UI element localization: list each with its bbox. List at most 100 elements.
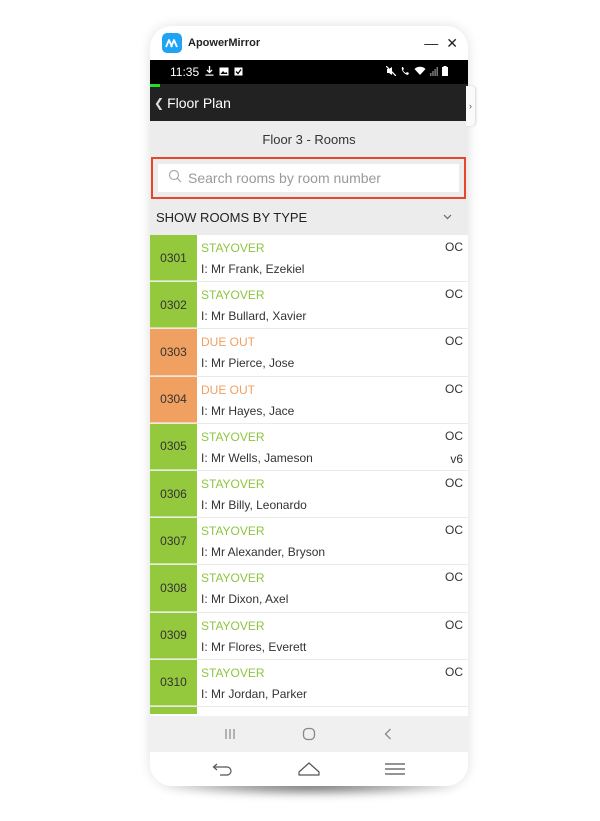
room-number-badge: 0310: [150, 659, 197, 706]
room-status: STAYOVER: [201, 618, 265, 633]
room-occupancy-code: OC: [445, 287, 463, 302]
search-icon: [168, 169, 182, 188]
room-details: STAYOVER: [197, 707, 468, 714]
room-occupancy-code: OC: [445, 617, 463, 632]
room-guest: I: Mr Jordan, Parker: [201, 686, 308, 701]
room-status: STAYOVER: [201, 571, 265, 586]
show-rooms-by-type-dropdown[interactable]: SHOW ROOMS BY TYPE: [150, 199, 468, 235]
chevron-down-icon: [443, 212, 452, 223]
room-row[interactable]: 0303 DUE OUT I: Mr Pierce, Jose OC: [150, 329, 468, 377]
room-guest: I: Mr Alexander, Bryson: [201, 545, 326, 560]
room-status: STAYOVER: [201, 429, 265, 444]
search-rooms-input[interactable]: [188, 170, 459, 186]
room-guest: I: Mr Pierce, Jose: [201, 356, 295, 371]
home-outline-icon[interactable]: [294, 757, 324, 781]
room-occupancy-code: OC: [445, 570, 463, 585]
floor-title: Floor 3 - Rooms: [262, 131, 356, 147]
chevron-right-icon: ›: [469, 101, 472, 111]
floor-plan-content: Floor 3 - Rooms SHOW ROOMS BY TYPE 0301S…: [150, 121, 468, 714]
room-details: STAYOVER I: Mr Wells, Jameson OC v6: [197, 424, 468, 470]
image-icon: [219, 65, 229, 79]
room-number-badge: 0309: [150, 612, 197, 659]
room-row[interactable]: 0301 STAYOVER I: Mr Frank, Ezekiel OC: [150, 235, 468, 283]
room-guest: I: Mr Hayes, Jace: [201, 403, 295, 418]
room-row[interactable]: 0310 STAYOVER I: Mr Jordan, Parker OC: [150, 659, 468, 707]
room-number-badge: 0308: [150, 565, 197, 612]
mirror-nav-bar: [150, 752, 468, 786]
room-row[interactable]: 0309 STAYOVER I: Mr Flores, Everett OC: [150, 612, 468, 660]
room-occupancy-code: OC: [445, 381, 463, 396]
room-status: STAYOVER: [201, 288, 265, 303]
checkbox-icon: [234, 65, 243, 79]
room-row[interactable]: 0302 STAYOVER I: Mr Bullard, Xavier OC: [150, 282, 468, 330]
room-guest: I: Mr Billy, Leonardo: [201, 497, 307, 512]
recents-icon[interactable]: [215, 722, 245, 746]
room-status: STAYOVER: [201, 476, 265, 491]
back-icon[interactable]: [373, 722, 403, 746]
window-titlebar: ApowerMirror — ✕: [150, 26, 468, 60]
room-extra-info: v6: [450, 451, 463, 466]
room-number-badge: 0311: [150, 706, 197, 714]
room-status: DUE OUT: [201, 335, 255, 350]
room-details: STAYOVER I: Mr Billy, Leonardo OC: [197, 471, 468, 517]
battery-icon: [442, 65, 448, 79]
side-panel-toggle[interactable]: ›: [466, 86, 475, 126]
room-guest: I: Mr Wells, Jameson: [201, 450, 313, 465]
room-number-badge: 0302: [150, 282, 197, 329]
search-box: [158, 164, 459, 192]
room-occupancy-code: OC: [445, 475, 463, 490]
room-row[interactable]: 0308 STAYOVER I: Mr Dixon, Axel OC: [150, 565, 468, 613]
room-list: 0301 STAYOVER I: Mr Frank, Ezekiel OC 0302 ST…: [150, 235, 468, 714]
room-row[interactable]: 0305 STAYOVER I: Mr Wells, Jameson OC v6: [150, 423, 468, 471]
minimize-icon[interactable]: —: [424, 36, 438, 50]
download-icon: [205, 65, 214, 79]
return-icon[interactable]: [208, 757, 238, 781]
room-details: STAYOVER I: Mr Bullard, Xavier OC: [197, 282, 468, 328]
back-chevron-icon[interactable]: ❮: [154, 96, 164, 110]
room-occupancy-code: OC: [445, 664, 463, 679]
menu-icon[interactable]: [380, 757, 410, 781]
app-navbar: ❮ Floor Plan: [150, 84, 468, 121]
room-status: STAYOVER: [201, 712, 463, 714]
room-occupancy-code: OC: [445, 240, 463, 254]
home-icon[interactable]: [294, 722, 324, 746]
room-guest: I: Mr Frank, Ezekiel: [201, 262, 305, 276]
apowermirror-window: ApowerMirror — ✕ 11:35 ❮ Floor Plan Floo…: [150, 26, 468, 786]
room-guest: I: Mr Flores, Everett: [201, 639, 307, 654]
room-details: STAYOVER I: Mr Frank, Ezekiel OC: [197, 235, 468, 281]
wifi-call-icon: [400, 65, 410, 79]
room-row[interactable]: 0307 STAYOVER I: Mr Alexander, Bryson OC: [150, 518, 468, 566]
room-number-badge: 0303: [150, 329, 197, 376]
room-occupancy-code: OC: [445, 523, 463, 538]
filter-label: SHOW ROOMS BY TYPE: [156, 209, 308, 225]
loading-indicator: [150, 84, 160, 87]
room-row[interactable]: 0311 STAYOVER: [150, 706, 468, 714]
room-details: STAYOVER I: Mr Jordan, Parker OC: [197, 660, 468, 706]
wifi-icon: [414, 65, 426, 79]
room-details: DUE OUT I: Mr Hayes, Jace OC: [197, 377, 468, 423]
room-status: STAYOVER: [201, 524, 265, 539]
app-title: ApowerMirror: [188, 37, 261, 49]
close-icon[interactable]: ✕: [446, 36, 458, 50]
mute-icon: [385, 65, 397, 79]
room-details: DUE OUT I: Mr Pierce, Jose OC: [197, 329, 468, 375]
room-row[interactable]: 0304 DUE OUT I: Mr Hayes, Jace OC: [150, 376, 468, 424]
room-status: STAYOVER: [201, 665, 265, 680]
room-status: STAYOVER: [201, 241, 265, 255]
room-number-badge: 0301: [150, 235, 197, 282]
room-number-badge: 0306: [150, 470, 197, 518]
room-number-badge: 0307: [150, 518, 197, 565]
room-occupancy-code: OC: [445, 428, 463, 443]
search-highlight-frame: [151, 157, 466, 199]
status-time: 11:35: [170, 65, 200, 79]
navbar-title: Floor Plan: [167, 94, 231, 111]
room-status: DUE OUT: [201, 382, 255, 397]
room-details: STAYOVER I: Mr Flores, Everett OC: [197, 613, 468, 659]
room-row[interactable]: 0306 STAYOVER I: Mr Billy, Leonardo OC: [150, 470, 468, 519]
room-number-badge: 0304: [150, 376, 197, 423]
signal-icon: [430, 65, 438, 79]
room-details: STAYOVER I: Mr Dixon, Axel OC: [197, 565, 468, 611]
room-number-badge: 0305: [150, 423, 197, 470]
android-nav-bar: [150, 716, 468, 752]
room-details: STAYOVER I: Mr Alexander, Bryson OC: [197, 518, 468, 564]
